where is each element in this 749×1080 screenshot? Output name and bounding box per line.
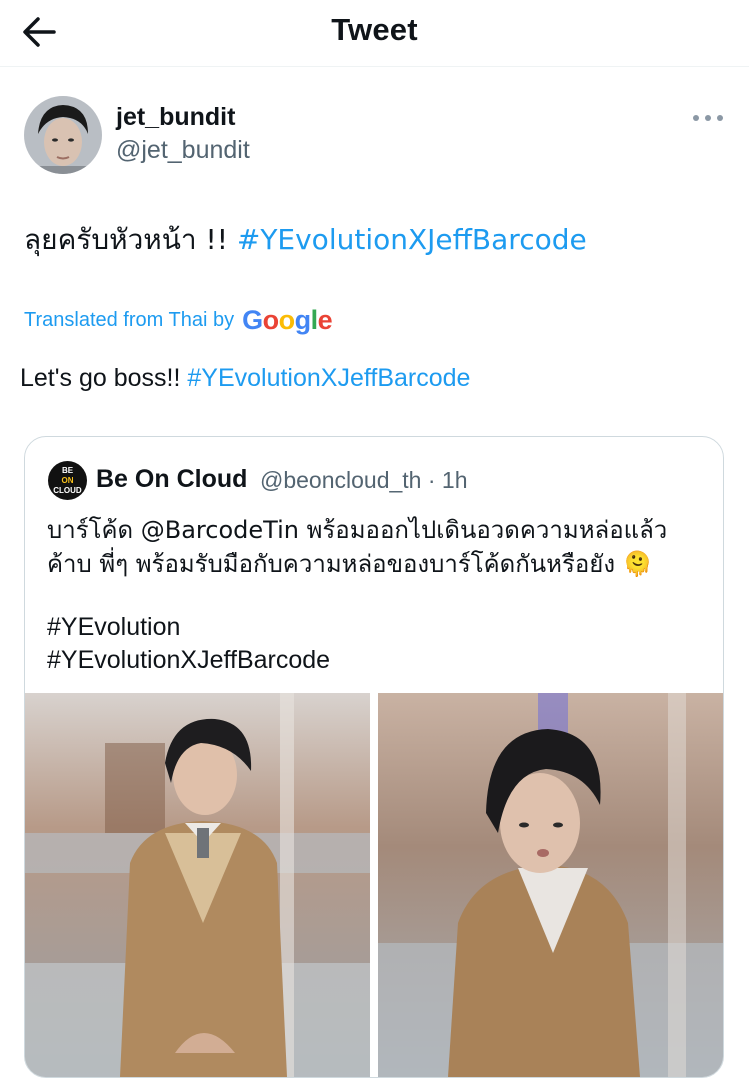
hashtag-link[interactable]: #YEvolution [47, 611, 330, 644]
translated-text: Let's go boss!! #YEvolutionXJeffBarcode [20, 364, 470, 393]
page-title: Tweet [331, 12, 418, 47]
quoted-hashtags: #YEvolution #YEvolutionXJeffBarcode [47, 611, 330, 677]
translated-text-english: Let's go boss!! [20, 364, 188, 392]
divider [0, 66, 749, 67]
quoted-handle-time: @beoncloud_th · 1h [260, 467, 468, 493]
hashtag-link[interactable]: #YEvolutionXJeffBarcode [47, 644, 330, 677]
photo-grid [25, 693, 723, 1077]
tweet-text: ลุยครับหัวหน้า !! #YEvolutionXJeffBarcod… [24, 218, 587, 262]
avatar[interactable] [24, 96, 102, 174]
quoted-author-name[interactable]: Be On Cloud [96, 465, 247, 494]
quoted-tweet[interactable]: BE ON CLOUD Be On Cloud @beoncloud_th · … [24, 436, 724, 1078]
google-logo: Google [242, 305, 333, 335]
translated-label: Translated from Thai by [24, 309, 235, 331]
hashtag-link[interactable]: #YEvolutionXJeffBarcode [237, 223, 587, 256]
quoted-avatar[interactable]: BE ON CLOUD [48, 461, 87, 500]
photo-right[interactable] [378, 693, 723, 1077]
photo-left[interactable] [25, 693, 370, 1077]
quoted-text: บาร์โค้ด @BarcodeTin พร้อมออกไปเดินอวดคว… [47, 516, 668, 578]
tweet-text-thai: ลุยครับหัวหน้า !! [24, 223, 237, 256]
author-handle[interactable]: @jet_bundit [116, 136, 250, 165]
top-bar: Tweet [0, 0, 749, 67]
more-icon [693, 115, 723, 121]
translation-attribution[interactable]: Translated from Thai by Google [24, 305, 333, 336]
author-name[interactable]: jet_bundit [116, 103, 235, 132]
more-button[interactable] [690, 108, 726, 128]
hashtag-link[interactable]: #YEvolutionXJeffBarcode [187, 364, 470, 392]
